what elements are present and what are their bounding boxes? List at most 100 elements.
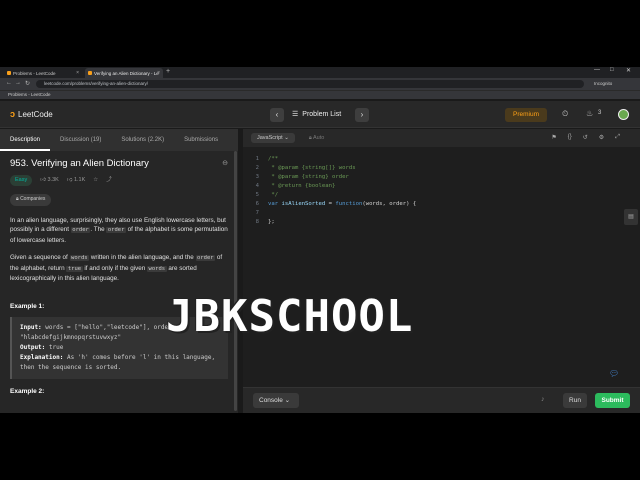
chat-icon[interactable]: 💬︎: [609, 369, 619, 378]
text: written in the alien language, and the: [89, 254, 196, 261]
incognito-label[interactable]: Incognito: [594, 81, 612, 86]
submit-button[interactable]: Submit: [595, 393, 630, 408]
problem-content: 953. Verifying an Alien Dictionary ⊖ Eas…: [0, 151, 238, 405]
inline-code: order: [195, 255, 216, 261]
dislike-button[interactable]: 👎︎ 1.1K: [67, 176, 85, 186]
code-line[interactable]: 5 */: [243, 191, 416, 200]
line-number: 3: [255, 174, 259, 180]
leetcode-favicon-icon: [7, 71, 11, 75]
text: Given a sequence of: [10, 254, 70, 261]
tab-submissions[interactable]: Submissions: [174, 129, 228, 151]
star-icon[interactable]: ☆: [93, 176, 98, 186]
screen: Problems - LeetCode × Verifying an Alien…: [0, 67, 640, 413]
premium-button[interactable]: Premium: [505, 108, 547, 122]
logo[interactable]: ↄ LeetCode: [10, 109, 53, 119]
console-button[interactable]: Console ⌄: [253, 393, 299, 408]
code-token: =: [325, 201, 336, 207]
next-problem-button[interactable]: ›: [355, 108, 369, 122]
editor-icons: ⚑ {} ↺ ⚙ ⤢: [551, 134, 620, 141]
code-token: };: [268, 219, 275, 225]
streak-count: 3: [598, 110, 602, 116]
back-icon[interactable]: ←: [6, 80, 12, 86]
problem-paragraph-2: Given a sequence of words written in the…: [10, 253, 228, 284]
code-token: function: [335, 201, 363, 207]
side-notes-button[interactable]: ▤: [624, 209, 638, 225]
code-token: isAlienSorted: [281, 201, 326, 207]
code-token: * @return {boolean}: [268, 183, 336, 189]
panel-tabs: Description Discussion (19) Solutions (2…: [0, 129, 238, 151]
sound-icon[interactable]: ♪: [541, 396, 545, 403]
minimize-icon[interactable]: —: [594, 67, 600, 73]
problem-meta: Easy 👍︎ 3.3K 👎︎ 1.1K ☆ ⤴: [10, 174, 228, 186]
inline-code: true: [66, 265, 83, 272]
url-text: leetcode.com/problems/verifying-an-alien…: [44, 81, 149, 86]
line-number: 1: [255, 156, 259, 162]
tab-solutions[interactable]: Solutions (2.2K): [111, 129, 174, 151]
thumbs-up-icon: 👍︎: [40, 176, 46, 183]
line-number: 4: [255, 183, 259, 189]
share-icon[interactable]: ⤴: [106, 176, 112, 186]
code-line[interactable]: 8};: [243, 218, 416, 227]
dislike-count: 1.1K: [73, 176, 86, 183]
window-close-icon[interactable]: ✕: [626, 67, 631, 74]
output-label: Output:: [20, 344, 46, 351]
code-line[interactable]: 4 * @return {boolean}: [243, 182, 416, 191]
browser-tab-strip: Problems - LeetCode × Verifying an Alien…: [0, 67, 640, 78]
problem-list-button[interactable]: ☰ Problem List: [292, 110, 341, 119]
browser-tab-active[interactable]: Verifying an Alien Dictionary - Le ×: [85, 68, 163, 78]
code-line[interactable]: 6 var isAlienSorted = function (words, ord…: [243, 200, 417, 209]
forward-icon[interactable]: →: [15, 80, 21, 86]
code-line[interactable]: 2 * @param {string[]} words: [243, 164, 416, 173]
companies-label: Companies: [20, 196, 46, 202]
tab-label: Verifying an Alien Dictionary - Le: [94, 70, 159, 76]
bookmark-item[interactable]: Problems - LeetCode: [8, 92, 51, 97]
like-button[interactable]: 👍︎ 3.3K: [40, 176, 59, 186]
maximize-icon[interactable]: □: [610, 67, 614, 73]
example-2-title: Example 2:: [10, 388, 45, 395]
line-number: 6: [255, 201, 259, 207]
more-options-icon[interactable]: ⊖: [222, 159, 228, 169]
mode-label: Auto: [313, 134, 325, 141]
line-number: 7: [255, 210, 259, 216]
reload-icon[interactable]: ↻: [25, 80, 30, 87]
text: . The: [90, 226, 107, 233]
companies-tag[interactable]: 🔒︎ Companies: [10, 194, 52, 206]
address-bar[interactable]: leetcode.com/problems/verifying-an-alien…: [36, 80, 584, 88]
tab-discussion[interactable]: Discussion (19): [50, 129, 111, 151]
reset-icon[interactable]: ↺: [583, 134, 588, 141]
problem-title: 953. Verifying an Alien Dictionary: [10, 158, 149, 169]
close-icon[interactable]: ×: [157, 70, 160, 76]
auto-mode-toggle[interactable]: 🔒︎ Auto: [303, 133, 331, 144]
code-editor[interactable]: 1/** 2 * @param {string[]} words 3 * @para…: [243, 155, 417, 227]
code-line[interactable]: 1 /**: [243, 155, 416, 164]
run-button[interactable]: Run: [563, 393, 587, 408]
timer-icon[interactable]: ⏲: [562, 109, 568, 119]
settings-icon[interactable]: ⚙: [599, 134, 604, 141]
description-scrollbar[interactable]: [234, 151, 237, 411]
new-tab-icon[interactable]: +: [166, 68, 170, 75]
fullscreen-icon[interactable]: ⤢: [615, 134, 620, 141]
bookmark-icon[interactable]: ⚑: [551, 134, 556, 141]
browser-tab[interactable]: Problems - LeetCode ×: [4, 68, 82, 78]
streak-fire-icon[interactable]: ♨: [586, 109, 593, 118]
language-select[interactable]: JavaScript ⌄: [251, 133, 295, 143]
braces-icon[interactable]: {}: [568, 134, 572, 141]
prev-problem-button[interactable]: ‹: [270, 108, 284, 122]
inline-code: words: [69, 255, 90, 261]
chevron-down-icon: ⌄: [284, 397, 291, 404]
lock-icon: 🔒︎: [308, 134, 312, 141]
difficulty-badge: Easy: [10, 174, 33, 186]
close-icon[interactable]: ×: [76, 70, 79, 76]
problem-paragraph-1: In an alien language, surprisingly, they…: [10, 216, 228, 246]
problem-title-row: 953. Verifying an Alien Dictionary ⊖: [10, 159, 228, 169]
code-token: (words, order) {: [362, 201, 417, 207]
panel-splitter[interactable]: [238, 129, 242, 413]
description-panel: Description Discussion (19) Solutions (2…: [0, 129, 238, 413]
leetcode-favicon-icon: [88, 71, 92, 75]
code-line[interactable]: 7: [243, 209, 416, 218]
leetcode-logo-icon: ↄ: [10, 109, 16, 119]
avatar[interactable]: [618, 109, 629, 120]
tab-description[interactable]: Description: [0, 129, 51, 151]
language-label: JavaScript: [257, 135, 283, 141]
code-line[interactable]: 3 * @param {string} order: [243, 173, 416, 182]
